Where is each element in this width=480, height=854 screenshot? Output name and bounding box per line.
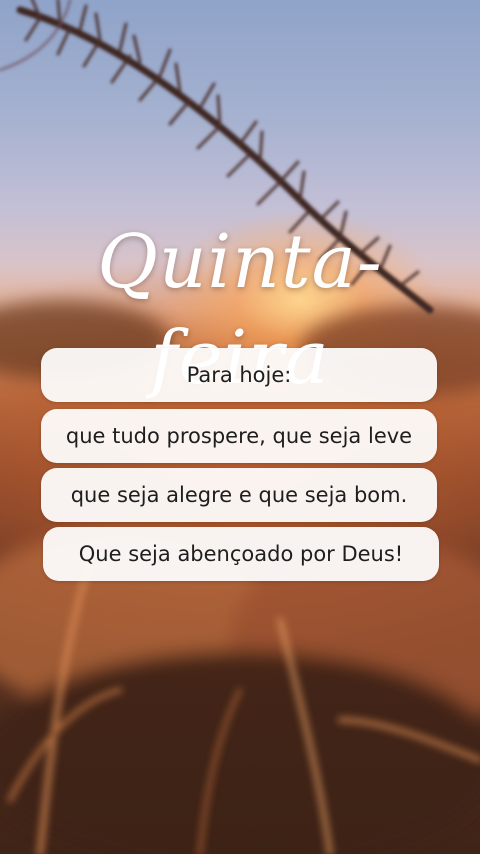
message-line-1: Para hoje: [41, 348, 437, 402]
message-line-2: que tudo prospere, que seja leve [41, 409, 437, 463]
message-line-3: que seja alegre e que seja bom. [41, 468, 437, 522]
greeting-card: Quinta- feira Para hoje: que tudo prospe… [0, 0, 480, 854]
message-line-4: Que seja abençoado por Deus! [43, 527, 439, 581]
